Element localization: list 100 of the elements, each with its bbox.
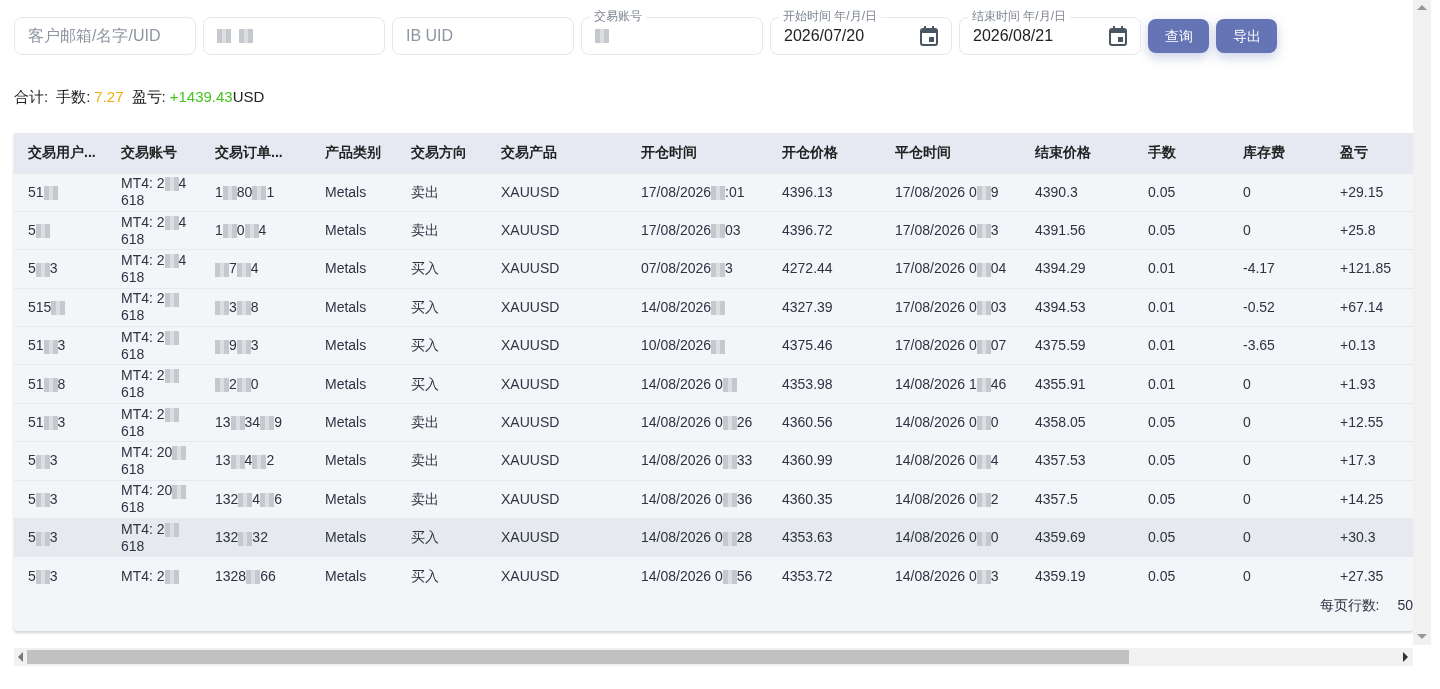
table-cell: 卖出 bbox=[397, 211, 487, 250]
redaction-mark bbox=[976, 186, 991, 200]
cell-text: 17/08/2026 bbox=[641, 222, 712, 239]
calendar-icon[interactable] bbox=[1109, 26, 1127, 46]
cell-text: 4 bbox=[258, 222, 267, 239]
calendar-icon[interactable] bbox=[920, 26, 938, 46]
table-row[interactable]: 51 3 MT4: 2 618 9 3 Metals 买入 XAUUSD 10/08/2026 4375.46 17/08/2026 0 07 4375.59 0.01 -3.65 +0.13 bbox=[14, 326, 1413, 365]
redaction-mark bbox=[976, 224, 991, 239]
table-cell: Metals bbox=[311, 441, 397, 481]
table-row[interactable]: 5 MT4: 2 4 618 1 0 4 Metals 卖出 XAUUSD 17/08/2026 03 4396.72 17/08/2026 0 3 4391.56 0.05 0 +25.8 bbox=[14, 211, 1413, 250]
table-cell: 4360.99 bbox=[768, 441, 881, 481]
table-cell: 卖出 bbox=[397, 173, 487, 212]
cell-text: 6 bbox=[274, 490, 282, 507]
table-row[interactable]: 5 3 MT4: 2 1328 66 Metals 买入 XAUUSD 14/08/2026 0 56 4353.72 14/08/2026 0 3 4359.19 0.05 0 +27.35 bbox=[14, 556, 1413, 596]
cell-text: MT4: 2 bbox=[121, 175, 165, 192]
cell-text: 17/08/2026 0 bbox=[895, 337, 977, 354]
scroll-down-icon[interactable] bbox=[1417, 634, 1427, 639]
redaction-mark bbox=[252, 186, 267, 200]
redaction-mark bbox=[222, 224, 237, 239]
cell-text: 9 bbox=[229, 337, 237, 354]
input-field[interactable]: IB UID bbox=[392, 17, 574, 55]
redaction-mark bbox=[976, 301, 991, 316]
input-field[interactable] bbox=[203, 17, 385, 55]
table-row[interactable]: 51 8 MT4: 2 618 2 0 Metals 买入 XAUUSD 14/08/2026 0 4353.98 14/08/2026 1 46 4355.91 0.01 0 +1.93 bbox=[14, 364, 1413, 404]
table-cell: Metals bbox=[311, 518, 397, 557]
cell-text: MT4: 2 bbox=[121, 213, 165, 230]
table-cell: 卖出 bbox=[397, 441, 487, 481]
redaction-mark bbox=[35, 454, 50, 469]
redaction-mark bbox=[711, 186, 726, 200]
cell-text: 66 bbox=[260, 567, 276, 584]
cell-text: 80 bbox=[236, 183, 253, 200]
redaction-mark bbox=[236, 301, 251, 316]
cell-text: 0 bbox=[236, 222, 245, 239]
input-field[interactable]: 客户邮箱/名字/UID bbox=[14, 17, 196, 55]
cell-text: 51 bbox=[28, 183, 44, 200]
table-row[interactable]: 51 3 MT4: 2 618 13 34 9 Metals 卖出 XAUUSD 14/08/2026 0 26 4360.56 14/08/2026 0 0 4358.05 0.05 0 +12.55 bbox=[14, 403, 1413, 442]
table-cell: 4394.53 bbox=[1021, 288, 1134, 327]
cell-text: 33 bbox=[736, 452, 753, 469]
table-cell: Metals bbox=[311, 364, 397, 404]
redaction-mark bbox=[43, 339, 58, 354]
rows-per-page-value[interactable]: 50 bbox=[1397, 597, 1413, 613]
table-row[interactable]: 51 MT4: 2 4 618 1 80 1 Metals 卖出 XAUUSD 17/08/2026 :01 4396.13 17/08/2026 0 9 4390.3 0.05 0 +29.15 bbox=[14, 173, 1413, 212]
table-cell: 4396.72 bbox=[768, 211, 881, 250]
table-row[interactable]: 5 3 MT4: 2 4 618 7 4 Metals 买入 XAUUSD 07/08/2026 3 4272.44 17/08/2026 0 04 4394.29 0.01 -4.17 +121.85 bbox=[14, 249, 1413, 289]
redaction-mark bbox=[215, 262, 229, 277]
redaction-mark bbox=[976, 454, 991, 469]
redaction-mark bbox=[236, 262, 251, 277]
cell-text: MT4: 2 bbox=[121, 367, 165, 384]
table-cell: 4355.91 bbox=[1021, 364, 1134, 404]
cell-text: 3 bbox=[229, 298, 237, 315]
redaction-mark bbox=[238, 531, 253, 546]
table-row[interactable]: 515 MT4: 2 618 3 8 Metals 买入 XAUUSD 14/08/2026 4327.39 17/08/2026 0 03 4394.53 0.01 -0.52 +67.14 bbox=[14, 288, 1413, 327]
redaction-mark bbox=[236, 377, 251, 392]
redaction-mark bbox=[722, 531, 737, 546]
table-cell: 0.05 bbox=[1134, 173, 1229, 212]
query-button[interactable]: 查询 bbox=[1148, 19, 1209, 53]
cell-text: 2 bbox=[229, 375, 237, 392]
cell-text: 4 bbox=[252, 490, 261, 507]
cell-text: 07 bbox=[990, 337, 1007, 354]
redaction-mark bbox=[164, 369, 179, 384]
redaction-mark bbox=[164, 254, 179, 269]
redaction-mark bbox=[164, 570, 179, 585]
column-header: 交易账号 bbox=[107, 133, 201, 173]
cell-text: 618 bbox=[121, 460, 145, 477]
table-row[interactable]: 5 3 MT4: 20 618 13 4 2 Metals 卖出 XAUUSD 14/08/2026 0 33 4360.99 14/08/2026 0 4 4357.53 0.05 0 +17.3 bbox=[14, 441, 1413, 481]
cell-text: 14/08/2026 0 bbox=[641, 529, 723, 546]
cell-text: 1 bbox=[215, 183, 223, 200]
scrollbar-thumb[interactable] bbox=[27, 650, 1129, 664]
table-cell: 4358.05 bbox=[1021, 403, 1134, 442]
cell-text: 3 bbox=[49, 567, 58, 584]
scroll-up-icon[interactable] bbox=[1417, 5, 1427, 10]
vertical-scrollbar[interactable] bbox=[1413, 0, 1431, 645]
cell-text: 3 bbox=[250, 337, 259, 354]
table-cell: 0.05 bbox=[1134, 480, 1229, 519]
table-row[interactable]: 5 3 MT4: 2 618 132 32 Metals 买入 XAUUSD 14/08/2026 0 28 4353.63 14/08/2026 0 0 4359.69 0.05 0 +30.3 bbox=[14, 518, 1413, 557]
scroll-right-icon[interactable] bbox=[1403, 652, 1408, 662]
horizontal-scrollbar[interactable] bbox=[14, 648, 1413, 666]
redaction-mark bbox=[722, 570, 737, 585]
redaction-mark bbox=[260, 493, 275, 508]
cell-text: 17/08/2026 0 bbox=[895, 222, 977, 239]
redaction-mark bbox=[35, 262, 50, 277]
cell-text: 618 bbox=[121, 307, 145, 324]
cell-text: 5 bbox=[28, 567, 36, 584]
redaction-mark bbox=[230, 454, 245, 469]
export-button[interactable]: 导出 bbox=[1216, 19, 1277, 53]
redaction-mark bbox=[236, 339, 251, 354]
redaction-mark bbox=[215, 301, 229, 316]
table-row[interactable]: 5 3 MT4: 20 618 132 4 6 Metals 卖出 XAUUSD 14/08/2026 0 36 4360.35 14/08/2026 0 2 4357.5 0.05 0 +14.25 bbox=[14, 480, 1413, 519]
cell-text: 618 bbox=[121, 537, 145, 554]
cell-text: 14/08/2026 bbox=[641, 298, 712, 315]
cell-text: 26 bbox=[736, 414, 753, 431]
redaction-mark bbox=[976, 570, 991, 585]
redaction-mark bbox=[43, 186, 58, 200]
cell-text: MT4: 2 bbox=[121, 328, 165, 345]
cell-text: 3 bbox=[990, 222, 999, 239]
redaction-mark bbox=[252, 454, 267, 469]
column-header: 开仓时间 bbox=[627, 133, 768, 173]
cell-text: 1 bbox=[266, 183, 275, 200]
table-cell: 0.01 bbox=[1134, 364, 1229, 404]
redaction-mark bbox=[164, 177, 179, 192]
